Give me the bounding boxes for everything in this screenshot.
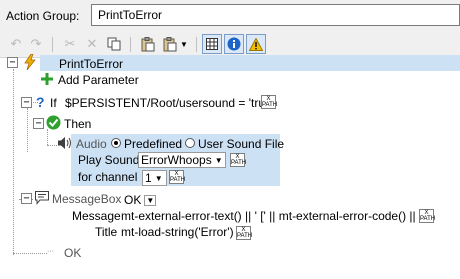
if-condition[interactable]: $PERSISTENT/Root/usersound = 'true' [65, 96, 274, 110]
undo-icon[interactable]: ↶ [6, 34, 26, 54]
chevron-down-icon: ▼ [154, 173, 163, 183]
checkmark-icon [46, 115, 61, 130]
channel-select[interactable]: 1 ▼ [142, 170, 167, 186]
paste-icon[interactable] [138, 34, 158, 54]
ok-label[interactable]: OK [64, 246, 81, 260]
question-icon: ? [36, 94, 45, 110]
then-label: Then [64, 117, 92, 131]
xpath-label: X PATH [262, 96, 278, 108]
add-parameter-link[interactable]: Add Parameter [58, 73, 139, 87]
xpath-label: X PATH [170, 171, 186, 183]
collapse-toggle[interactable]: − [7, 57, 18, 68]
plus-icon[interactable] [41, 73, 53, 85]
cut-icon[interactable]: ✂ [60, 34, 80, 54]
xpath-label: X PATH [231, 154, 247, 166]
delete-icon[interactable]: ✕ [82, 34, 102, 54]
messagebox-button-select[interactable]: OK ▼ [122, 192, 157, 208]
play-sound-select[interactable]: ErrorWhoops ▼ [138, 152, 226, 168]
paste-dropdown-icon[interactable]: ▼ [178, 34, 190, 54]
collapse-toggle[interactable]: − [21, 97, 32, 108]
messagebox-label: MessageBox [52, 192, 122, 206]
tree-line [27, 108, 28, 152]
toolbar-separator [130, 37, 131, 52]
chevron-down-icon: ▼ [214, 155, 223, 165]
speech-bubble-icon [34, 190, 50, 205]
collapse-toggle[interactable]: − [21, 193, 32, 204]
action-group-field[interactable]: PrintToError [91, 4, 460, 26]
warning-icon[interactable] [246, 34, 266, 54]
xpath-button[interactable]: X PATH [236, 226, 253, 240]
xpath-button[interactable]: X PATH [230, 153, 247, 167]
title-label: Title [95, 225, 118, 239]
channel-value: 1 [145, 171, 152, 185]
root-action-name[interactable]: PrintToError [59, 57, 123, 71]
collapse-toggle[interactable]: − [33, 118, 44, 129]
play-sound-value: ErrorWhoops [141, 153, 212, 167]
speaker-icon [57, 136, 73, 150]
xpath-button[interactable]: X PATH [169, 170, 186, 184]
message-label: Message [72, 209, 121, 223]
message-value[interactable]: mt-external-error-text() || ' [' || mt-e… [121, 209, 427, 223]
predefined-radio[interactable] [111, 138, 121, 148]
grid-icon[interactable] [202, 34, 222, 54]
audio-label: Audio [76, 137, 107, 151]
tree-line [13, 69, 14, 255]
predefined-label[interactable]: Predefined [124, 137, 182, 151]
xpath-label: X PATH [237, 227, 253, 239]
channel-label: for channel [78, 170, 138, 184]
paste-special-icon[interactable] [160, 34, 180, 54]
lightning-icon [23, 53, 37, 71]
xpath-button[interactable]: X PATH [419, 209, 436, 223]
chevron-down-icon: ▼ [144, 194, 157, 206]
action-group-label: Action Group: [6, 9, 80, 23]
toolbar-separator [52, 37, 53, 52]
tree-line [13, 253, 47, 254]
tree-line [47, 129, 48, 145]
info-icon[interactable] [224, 34, 244, 54]
user-sound-label[interactable]: User Sound File [198, 137, 284, 151]
title-value[interactable]: mt-load-string('Error') [121, 225, 234, 239]
if-label: If [50, 96, 57, 110]
copy-icon[interactable] [104, 34, 124, 54]
redo-icon[interactable]: ↷ [26, 34, 46, 54]
xpath-label: X PATH [420, 210, 436, 222]
xpath-button[interactable]: X PATH [261, 95, 278, 109]
play-sound-label: Play Sound [78, 153, 140, 167]
user-sound-radio[interactable] [185, 138, 195, 148]
ellipsis-icon: ··· [47, 248, 54, 255]
toolbar-separator [196, 37, 197, 52]
messagebox-button-value: OK [124, 193, 142, 207]
tree-line [47, 145, 57, 146]
